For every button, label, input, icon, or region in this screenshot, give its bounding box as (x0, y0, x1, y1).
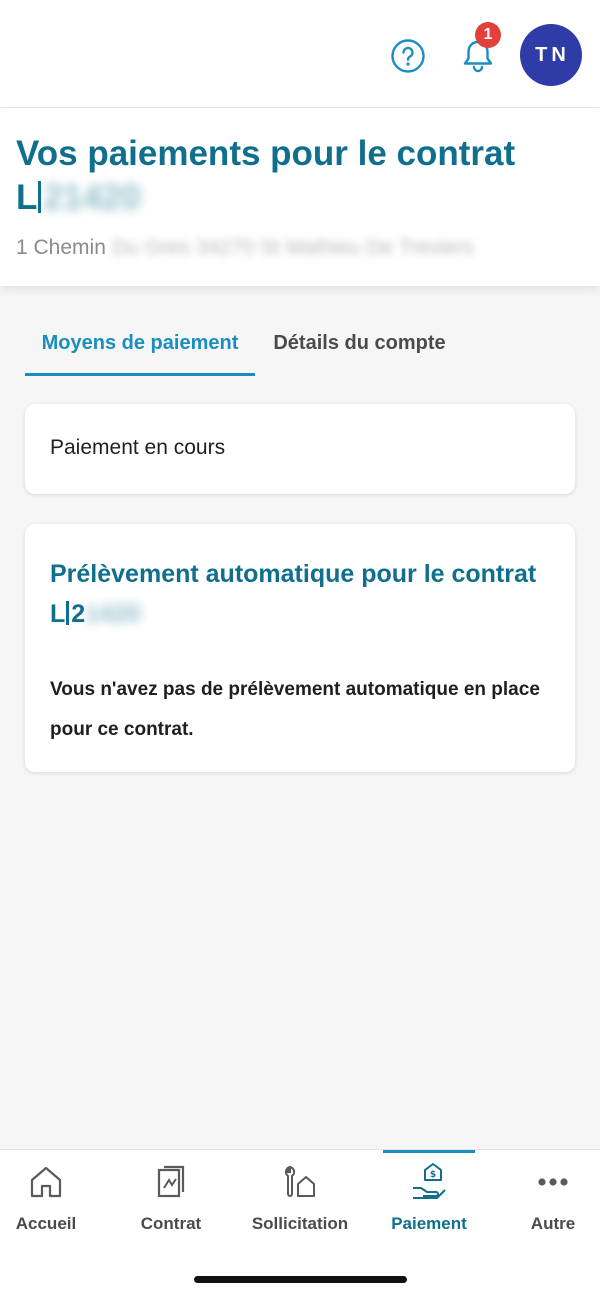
tab-account-details[interactable]: Détails du compte (262, 320, 457, 376)
nav-label: Accueil (15, 1214, 77, 1233)
nav-item-accueil[interactable]: Accueil (11, 1160, 81, 1250)
page-title: Vos paiements pour le contrat L 21420 (16, 132, 586, 220)
nav-item-autre[interactable]: Autre (523, 1160, 583, 1250)
address-prefix: 1 Chemin (16, 236, 106, 259)
address-blurred: Du Gres 34270 St Mathieu De Treviers (111, 236, 474, 259)
contract-prefix: L (16, 178, 38, 217)
direct-debit-title-text: Prélèvement automatique pour le contrat (50, 560, 537, 588)
direct-debit-contract-blurred: 1420 (85, 600, 141, 628)
nav-label: Sollicitation (251, 1214, 349, 1233)
payment-icon: $ (413, 1163, 446, 1199)
nav-item-paiement[interactable]: $ Paiement (387, 1160, 471, 1250)
notification-badge: 1 (475, 22, 501, 48)
direct-debit-card: Prélèvement automatique pour le contrat … (25, 524, 575, 772)
contract-address: 1 Chemin Du Gres 34270 St Mathieu De Trev… (16, 236, 586, 260)
page-title-text: Vos paiements pour le contrat (16, 134, 516, 173)
top-bar: 1 TN (0, 0, 600, 108)
nav-item-sollicitation[interactable]: Sollicitation (246, 1160, 354, 1250)
direct-debit-title: Prélèvement automatique pour le contrat … (50, 554, 565, 634)
payments-screen: 1 TN Vos paiements pour le contrat L 2142… (0, 0, 600, 1299)
nav-label: Autre (530, 1214, 576, 1233)
contract-number-blurred: 21420 (43, 178, 141, 217)
home-icon (30, 1166, 62, 1198)
text-cursor (66, 601, 70, 625)
active-tab-indicator (383, 1150, 475, 1153)
direct-debit-contract-visible: 2 (71, 600, 86, 628)
avatar[interactable]: TN (520, 24, 582, 86)
home-indicator[interactable] (194, 1276, 407, 1283)
nav-item-contrat[interactable]: Contrat (134, 1160, 208, 1250)
help-button[interactable] (390, 38, 426, 74)
direct-debit-contract-prefix: L (50, 600, 66, 628)
payment-status-label: Paiement en cours (50, 436, 226, 459)
nav-label: Paiement (391, 1214, 467, 1233)
svg-text:$: $ (430, 1170, 436, 1180)
tab-payment-methods[interactable]: Moyens de paiement (25, 320, 255, 376)
page-header: Vos paiements pour le contrat L 21420 1 C… (0, 108, 600, 286)
contract-icon (157, 1165, 185, 1198)
nav-label: Contrat (140, 1214, 202, 1233)
request-icon (284, 1165, 315, 1197)
direct-debit-message: Vous n'avez pas de prélèvement automatiq… (50, 679, 540, 740)
payment-status-card[interactable]: Paiement en cours (25, 404, 575, 494)
help-icon (391, 39, 425, 73)
text-cursor (38, 181, 42, 213)
more-icon (538, 1178, 568, 1186)
